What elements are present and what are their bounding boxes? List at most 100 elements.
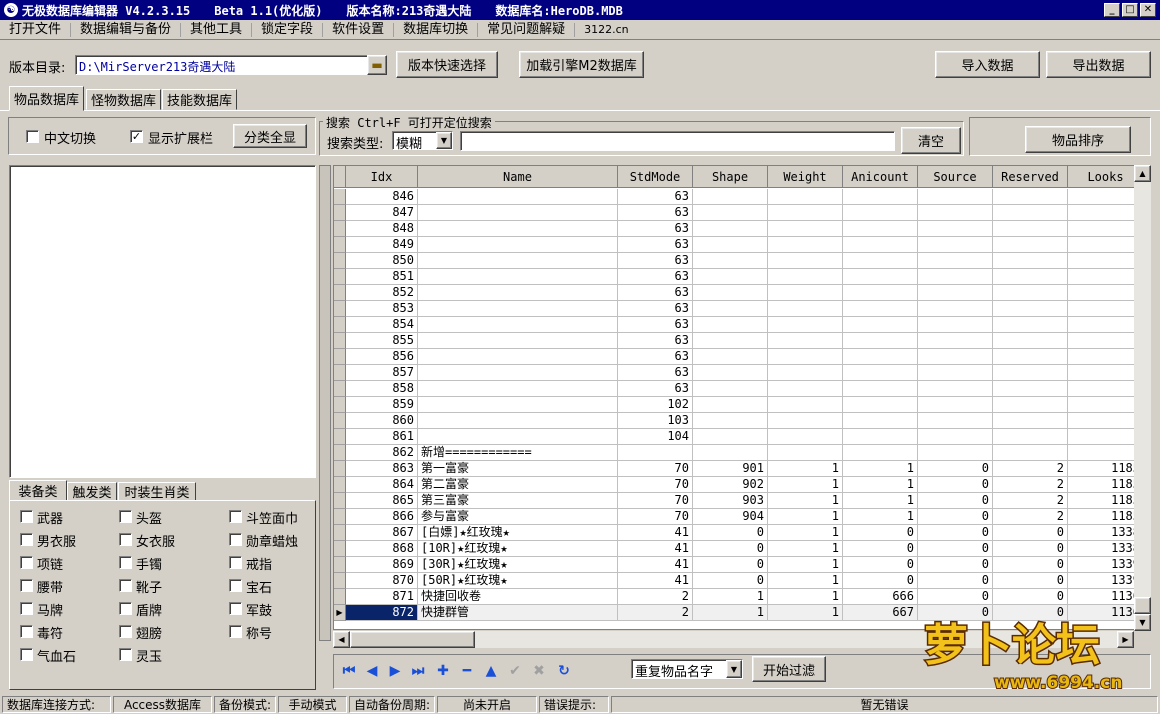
- cell-name[interactable]: [418, 317, 618, 333]
- cell-weight[interactable]: 1: [768, 557, 843, 573]
- chevron-down-icon[interactable]: ▼: [436, 132, 452, 149]
- cell-looks[interactable]: 1338: [1068, 541, 1144, 557]
- cell-stdmode[interactable]: [618, 445, 693, 461]
- close-button[interactable]: ✕: [1140, 3, 1156, 17]
- cell-looks[interactable]: 1339: [1068, 573, 1144, 589]
- cell-shape[interactable]: [693, 205, 768, 221]
- row-indicator[interactable]: [334, 429, 346, 445]
- row-indicator[interactable]: [334, 189, 346, 205]
- cell-source[interactable]: 0: [918, 477, 993, 493]
- column-header-name[interactable]: Name: [418, 166, 618, 188]
- cell-shape[interactable]: 0: [693, 525, 768, 541]
- category-checkbox[interactable]: [119, 510, 132, 523]
- cat-tab-trigger[interactable]: 触发类: [67, 482, 117, 501]
- column-header-idx[interactable]: Idx: [346, 166, 418, 188]
- cell-looks[interactable]: [1068, 333, 1144, 349]
- cell-name[interactable]: [418, 397, 618, 413]
- cell-idx[interactable]: 858: [346, 381, 418, 397]
- category-checkbox[interactable]: [119, 625, 132, 638]
- cell-idx[interactable]: 849: [346, 237, 418, 253]
- row-indicator[interactable]: ▶: [334, 605, 346, 621]
- row-indicator[interactable]: [334, 397, 346, 413]
- cell-anicount[interactable]: [843, 333, 918, 349]
- cell-stdmode[interactable]: 70: [618, 477, 693, 493]
- cell-stdmode[interactable]: 2: [618, 589, 693, 605]
- cell-reserved[interactable]: [993, 429, 1068, 445]
- cell-anicount[interactable]: [843, 205, 918, 221]
- cell-weight[interactable]: 1: [768, 589, 843, 605]
- cell-shape[interactable]: [693, 301, 768, 317]
- cell-reserved[interactable]: 2: [993, 477, 1068, 493]
- import-button[interactable]: 导入数据: [935, 51, 1040, 78]
- row-indicator[interactable]: [334, 541, 346, 557]
- column-header-reserved[interactable]: Reserved: [993, 166, 1068, 188]
- cell-source[interactable]: 0: [918, 557, 993, 573]
- cell-stdmode[interactable]: 103: [618, 413, 693, 429]
- category-checkbox[interactable]: [229, 579, 242, 592]
- menu-site-link[interactable]: 3122.cn: [575, 23, 638, 37]
- cell-shape[interactable]: [693, 221, 768, 237]
- cell-shape[interactable]: 0: [693, 557, 768, 573]
- category-checkbox[interactable]: [20, 510, 33, 523]
- prior-record-icon[interactable]: ◀: [363, 662, 381, 680]
- cell-name[interactable]: 新增============: [418, 445, 618, 461]
- search-input[interactable]: [460, 131, 895, 151]
- show-ext-checkbox[interactable]: ✓: [130, 130, 143, 143]
- cell-looks[interactable]: [1068, 205, 1144, 221]
- cell-anicount[interactable]: 0: [843, 557, 918, 573]
- cell-reserved[interactable]: 0: [993, 557, 1068, 573]
- start-filter-button[interactable]: 开始过滤: [752, 656, 826, 682]
- row-indicator[interactable]: [334, 349, 346, 365]
- cell-name[interactable]: 快捷群管: [418, 605, 618, 621]
- cell-looks[interactable]: [1068, 445, 1144, 461]
- cell-looks[interactable]: 1338: [1068, 525, 1144, 541]
- cell-source[interactable]: [918, 301, 993, 317]
- cell-anicount[interactable]: 1: [843, 493, 918, 509]
- cell-shape[interactable]: 0: [693, 541, 768, 557]
- row-indicator[interactable]: [334, 557, 346, 573]
- cell-reserved[interactable]: [993, 237, 1068, 253]
- cell-stdmode[interactable]: 70: [618, 509, 693, 525]
- cell-name[interactable]: [418, 237, 618, 253]
- column-header-stdmode[interactable]: StdMode: [618, 166, 693, 188]
- column-header-anicount[interactable]: Anicount: [843, 166, 918, 188]
- cell-stdmode[interactable]: 63: [618, 221, 693, 237]
- load-m2-button[interactable]: 加载引擎M2数据库: [519, 51, 644, 78]
- row-indicator[interactable]: [334, 381, 346, 397]
- quick-select-button[interactable]: 版本快速选择: [396, 51, 498, 78]
- cell-idx[interactable]: 854: [346, 317, 418, 333]
- cell-stdmode[interactable]: 41: [618, 541, 693, 557]
- cell-idx[interactable]: 852: [346, 285, 418, 301]
- cell-idx[interactable]: 864: [346, 477, 418, 493]
- cell-stdmode[interactable]: 70: [618, 493, 693, 509]
- cell-anicount[interactable]: 0: [843, 573, 918, 589]
- cell-looks[interactable]: [1068, 429, 1144, 445]
- menu-db-switch[interactable]: 数据库切换: [394, 22, 479, 37]
- cell-looks[interactable]: [1068, 285, 1144, 301]
- cell-weight[interactable]: [768, 413, 843, 429]
- cell-source[interactable]: 0: [918, 493, 993, 509]
- cell-reserved[interactable]: [993, 445, 1068, 461]
- cell-source[interactable]: [918, 445, 993, 461]
- cell-source[interactable]: [918, 285, 993, 301]
- cell-name[interactable]: 第一富豪: [418, 461, 618, 477]
- cell-idx[interactable]: 870: [346, 573, 418, 589]
- cat-tab-equipment[interactable]: 装备类: [9, 480, 67, 501]
- cell-stdmode[interactable]: 63: [618, 285, 693, 301]
- cell-looks[interactable]: 1185: [1068, 477, 1144, 493]
- cell-stdmode[interactable]: 63: [618, 253, 693, 269]
- cell-name[interactable]: [白嫖]★红玫瑰★: [418, 525, 618, 541]
- cell-shape[interactable]: [693, 189, 768, 205]
- column-header-looks[interactable]: Looks: [1068, 166, 1144, 188]
- cell-shape[interactable]: 901: [693, 461, 768, 477]
- cell-source[interactable]: [918, 333, 993, 349]
- cell-stdmode[interactable]: 63: [618, 237, 693, 253]
- first-record-icon[interactable]: ⏮: [340, 662, 358, 680]
- cell-stdmode[interactable]: 41: [618, 525, 693, 541]
- cell-source[interactable]: 0: [918, 461, 993, 477]
- cell-idx[interactable]: 847: [346, 205, 418, 221]
- cell-name[interactable]: [418, 205, 618, 221]
- cell-name[interactable]: [418, 413, 618, 429]
- cell-looks[interactable]: 1185: [1068, 493, 1144, 509]
- cell-reserved[interactable]: [993, 253, 1068, 269]
